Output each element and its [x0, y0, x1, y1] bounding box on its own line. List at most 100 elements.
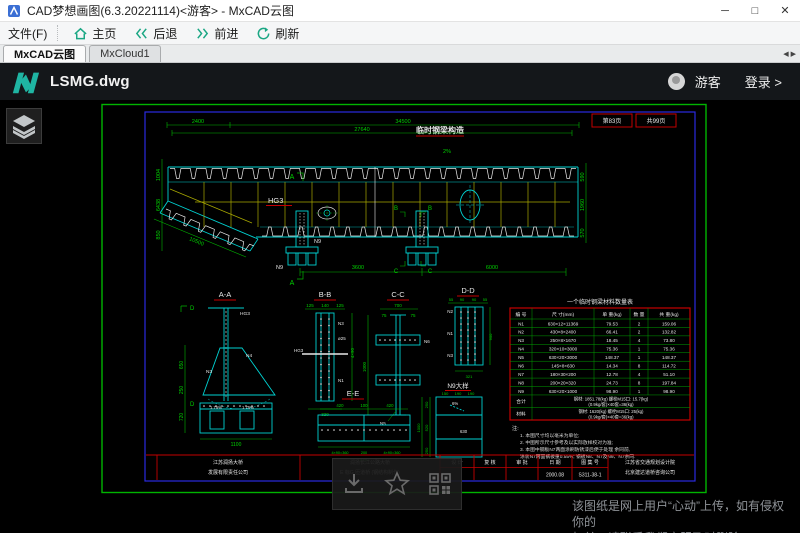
svg-text:C: C [394, 269, 399, 275]
svg-text:900: 900 [488, 333, 493, 340]
layers-button[interactable] [6, 108, 42, 144]
svg-text:34500: 34500 [395, 119, 410, 125]
svg-text:A-A: A-A [219, 290, 232, 299]
tab-mxcad-cloud[interactable]: MxCAD云图 [3, 45, 86, 62]
svg-text:700: 700 [394, 303, 402, 308]
support-post-2 [406, 211, 438, 265]
content-area: 第83页 共99页 临时钢梁构造 2400 34500 27640 2% [0, 100, 800, 533]
home-button[interactable]: 主页 [64, 22, 125, 44]
forward-label: 前进 [214, 25, 238, 42]
svg-text:E-E: E-E [347, 389, 360, 398]
tab-scroll-right-icon[interactable]: ▶ [791, 50, 796, 58]
refresh-button[interactable]: 刷新 [247, 22, 308, 44]
elevation-view: 2400 34500 27640 2% 3600 6000 1004 6438 … [154, 119, 586, 287]
svg-text:1960: 1960 [580, 199, 586, 211]
menu-separator [57, 25, 58, 41]
svg-text:N9大样: N9大样 [447, 381, 469, 390]
home-icon [73, 26, 88, 41]
svg-text:55: 55 [449, 297, 454, 302]
svg-text:ø25: ø25 [338, 336, 346, 341]
maximize-button[interactable]: □ [740, 0, 770, 22]
table-cell: 24.73 [606, 380, 618, 385]
svg-text:3600: 3600 [352, 265, 364, 271]
svg-text:N2: N2 [447, 309, 453, 314]
svg-text:B: B [394, 206, 398, 212]
minimize-button[interactable]: ─ [710, 0, 740, 22]
svg-text:N3: N3 [206, 369, 212, 375]
svg-text:4×90=360: 4×90=360 [331, 451, 348, 455]
svg-text:320: 320 [321, 412, 329, 417]
table-cell: 114.72 [662, 364, 676, 369]
tab-mxcloud1[interactable]: MxCloud1 [89, 45, 161, 62]
svg-text:850: 850 [156, 230, 162, 239]
svg-text:630: 630 [460, 429, 468, 434]
favorite-star-icon[interactable] [383, 470, 411, 498]
svg-text:650: 650 [179, 361, 185, 370]
svg-text:N3: N3 [338, 321, 344, 326]
tab-scroll-left-icon[interactable]: ◀ [783, 50, 788, 58]
svg-text:日 期: 日 期 [549, 460, 560, 466]
svg-text:190: 190 [455, 391, 462, 396]
qrcode-icon[interactable] [427, 471, 453, 497]
menu-bar: 文件(F) 主页 后退 前进 刷新 [0, 22, 800, 45]
download-icon[interactable] [341, 471, 367, 497]
table-cell: 8 [638, 364, 641, 369]
table-cell: 1 [638, 389, 641, 394]
svg-text:150: 150 [442, 391, 449, 396]
table-cell: 4 [638, 372, 641, 377]
home-label: 主页 [92, 25, 116, 42]
svg-text:N6: N6 [424, 339, 430, 344]
svg-text:200: 200 [361, 451, 367, 455]
section-d-d: D-D 55 90 90 55 900 321 [447, 286, 493, 379]
svg-text:江苏省交通规划设计院: 江苏省交通规划设计院 [625, 459, 675, 466]
table-cell: 75.36 [606, 347, 618, 352]
table-cell: 320×10×3000 [549, 347, 578, 352]
back-icon [134, 26, 149, 41]
file-menu[interactable]: 文件(F) [0, 22, 57, 44]
svg-text:420: 420 [386, 403, 394, 408]
svg-text:1100: 1100 [231, 442, 242, 448]
svg-text:D-D: D-D [461, 286, 475, 295]
viewer-header: LSMG.dwg 游客 登录 > [0, 63, 800, 100]
page-badge-current: 第83页 [603, 117, 622, 125]
table-cell: 12.78 [606, 372, 618, 377]
forward-button[interactable]: 前进 [186, 22, 247, 44]
avatar[interactable] [668, 73, 685, 90]
svg-text:N1: N1 [338, 378, 344, 383]
svg-text:140: 140 [321, 303, 329, 308]
corrugation-path [166, 209, 254, 251]
table-cell: 1 [638, 347, 641, 352]
detail-n9: N9大样 150 190 190 250 520 250 1000 [416, 381, 482, 457]
table-cell: 编 号 [516, 311, 527, 318]
note-line: 2. 中图所示尺寸参考及以实际放样校对为准; [520, 439, 613, 446]
tab-bar: MxCAD云图 MxCloud1 ◀ ▶ [0, 45, 800, 63]
svg-text:10500: 10500 [188, 236, 204, 247]
svg-text:HG3: HG3 [294, 348, 304, 353]
table-cell: N5 [518, 355, 524, 360]
mxcad-logo-icon [10, 67, 40, 97]
section-c-c: C-C 700 75 75 1000 N6 [362, 290, 430, 426]
user-label: 游客 [695, 72, 721, 91]
svg-text:B-B: B-B [319, 290, 332, 299]
close-button[interactable]: ✕ [770, 0, 800, 22]
svg-text:75: 75 [410, 313, 416, 318]
table-cell: 18.45 [606, 338, 618, 343]
login-link[interactable]: 登录 > [745, 72, 782, 91]
table-cell: 尺 寸(mm) [552, 311, 575, 318]
table-cell: 73.80 [663, 338, 675, 343]
app-icon [7, 4, 21, 18]
refresh-icon [256, 26, 271, 41]
cad-drawing-canvas[interactable]: 第83页 共99页 临时钢梁构造 2400 34500 27640 2% [100, 103, 708, 495]
corrugation-path [262, 227, 574, 236]
svg-text:6000: 6000 [486, 265, 498, 271]
manhole-oval [456, 185, 484, 225]
copyright-disclaimer: 该图纸是网上用户“心动”上传，如有侵权你的 权益，请联系我们客服及时删除。 [572, 498, 794, 533]
notes-label: 注: [512, 424, 519, 432]
table-cell: N4 [518, 347, 524, 352]
svg-text:590: 590 [580, 172, 586, 181]
svg-text:北京建达道桥咨询公司: 北京建达道桥咨询公司 [625, 469, 675, 476]
table-cell: N7 [518, 372, 524, 377]
back-button[interactable]: 后退 [125, 22, 186, 44]
table-cell: 2 [638, 321, 641, 326]
table-cell: 共 重(kg) [659, 311, 679, 318]
